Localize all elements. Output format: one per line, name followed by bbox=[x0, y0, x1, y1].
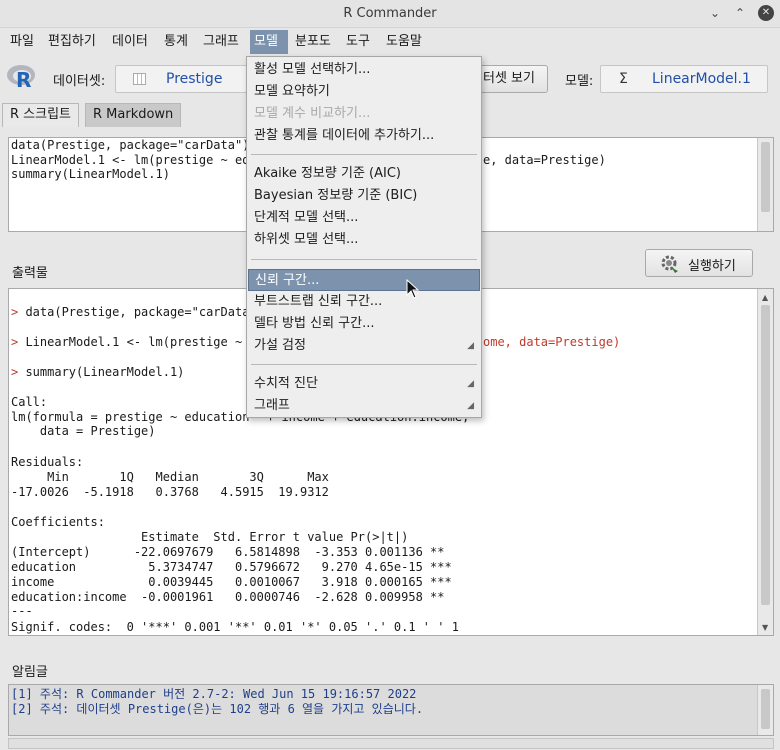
models-dropdown-menu: 활성 모델 선택하기... 모델 요약하기 모델 계수 비교하기... 관찰 통… bbox=[246, 56, 482, 418]
menu-data[interactable]: 데이터 bbox=[108, 30, 152, 54]
menu-item-graphs[interactable]: 그래프 ◢ bbox=[248, 395, 480, 417]
menu-separator bbox=[251, 259, 477, 260]
menu-item-summarize-model[interactable]: 모델 요약하기 bbox=[248, 81, 480, 103]
output-cmd-1-text: data(Prestige, package="carData" bbox=[25, 305, 257, 319]
output-cmd-2-text: LinearModel.1 <- lm(prestige ~ e bbox=[25, 335, 257, 349]
close-icon[interactable]: ✕ bbox=[758, 5, 774, 21]
view-dataset-label: 터셋 보기 bbox=[483, 71, 535, 86]
model-value: LinearModel.1 bbox=[652, 71, 751, 87]
numerical-diagnostics-label: 수치적 진단 bbox=[254, 376, 318, 391]
residuals-label: Residuals: bbox=[11, 455, 84, 469]
menu-separator bbox=[251, 364, 477, 365]
submenu-arrow-icon: ◢ bbox=[467, 379, 474, 389]
script-line-1: data(Prestige, package="carData") bbox=[11, 138, 250, 152]
menu-help[interactable]: 도움말 bbox=[382, 30, 426, 54]
r-logo-icon: R bbox=[5, 62, 37, 92]
menu-item-subset-selection[interactable]: 하위셋 모델 선택... bbox=[248, 229, 480, 251]
hypothesis-tests-label: 가설 검정 bbox=[254, 338, 306, 353]
coef-row-interaction: education:income -0.0001961 0.0000746 -2… bbox=[11, 590, 445, 604]
menu-item-compare-coefficients[interactable]: 모델 계수 비교하기... bbox=[248, 103, 480, 125]
signif-codes: Signif. codes: 0 '***' 0.001 '**' 0.01 '… bbox=[11, 620, 459, 634]
coef-row-education: education 5.3734747 0.5796672 9.270 4.65… bbox=[11, 560, 452, 574]
scroll-down-icon[interactable]: ▼ bbox=[762, 623, 768, 632]
call-line-2: data = Prestige) bbox=[11, 424, 156, 438]
menu-file[interactable]: 파일 bbox=[6, 30, 38, 54]
graphs-label: 그래프 bbox=[254, 398, 290, 413]
gear-icon bbox=[660, 254, 680, 274]
menu-separator bbox=[251, 154, 477, 155]
messages-label: 알림글 bbox=[12, 665, 48, 680]
messages-hscrollbar[interactable] bbox=[8, 738, 774, 749]
model-selector[interactable]: Σ LinearModel.1 bbox=[600, 65, 768, 93]
output-scroll-thumb[interactable] bbox=[761, 305, 770, 605]
script-scroll-thumb[interactable] bbox=[761, 142, 770, 212]
menu-graphs[interactable]: 그래프 bbox=[199, 30, 243, 54]
script-line-2-tail: e, data=Prestige) bbox=[483, 152, 606, 167]
menu-item-delta-method-ci[interactable]: 델타 방법 신뢰 구간... bbox=[248, 313, 480, 335]
menu-edit[interactable]: 편집하기 bbox=[44, 30, 100, 54]
minimize-icon[interactable]: ⌄ bbox=[708, 6, 722, 20]
menu-item-confidence-intervals[interactable]: 신뢰 구간... bbox=[248, 269, 480, 291]
run-button-label: 실행하기 bbox=[688, 259, 736, 274]
dataset-label: 데이터셋: bbox=[53, 74, 106, 89]
messages-scroll-thumb[interactable] bbox=[761, 689, 770, 729]
sigma-icon: Σ bbox=[619, 71, 628, 87]
menu-item-select-active-model[interactable]: 활성 모델 선택하기... bbox=[248, 59, 480, 81]
output-scrollbar[interactable]: ▲ ▼ bbox=[757, 289, 773, 635]
menu-item-hypothesis-tests[interactable]: 가설 검정 ◢ bbox=[248, 335, 480, 357]
tab-r-script[interactable]: R 스크립트 bbox=[2, 103, 80, 127]
menu-distributions[interactable]: 분포도 bbox=[291, 30, 335, 54]
menu-item-aic[interactable]: Akaike 정보량 기준 (AIC) bbox=[248, 163, 480, 185]
dataset-value: Prestige bbox=[166, 71, 223, 87]
output-cmd-2-tail: ome, data=Prestige) bbox=[483, 335, 621, 349]
menu-item-bic[interactable]: Bayesian 정보량 기준 (BIC) bbox=[248, 185, 480, 207]
output-cmd-2: > LinearModel.1 <- lm(prestige ~ e bbox=[11, 335, 257, 350]
script-line-3: summary(LinearModel.1) bbox=[11, 167, 170, 181]
tab-r-markdown[interactable]: R Markdown bbox=[85, 103, 182, 127]
dataset-selector[interactable]: Prestige bbox=[115, 65, 247, 93]
call-label: Call: bbox=[11, 395, 48, 409]
submenu-arrow-icon: ◢ bbox=[467, 341, 474, 351]
coefficients-label: Coefficients: bbox=[11, 515, 105, 529]
model-label: 모델: bbox=[565, 74, 594, 89]
output-cmd-3-text: summary(LinearModel.1) bbox=[25, 365, 185, 379]
script-line-2: LinearModel.1 <- lm(prestige ~ edu bbox=[11, 152, 257, 167]
menu-item-numerical-diagnostics[interactable]: 수치적 진단 ◢ bbox=[248, 373, 480, 395]
coef-row-income: income 0.0039445 0.0010067 3.918 0.00016… bbox=[11, 575, 452, 589]
menu-item-add-observation-stats[interactable]: 관찰 통계를 데이터에 추가하기... bbox=[248, 125, 480, 147]
output-cmd-1: > data(Prestige, package="carData" bbox=[11, 305, 257, 320]
table-icon bbox=[133, 73, 146, 85]
window-title: R Commander bbox=[343, 6, 437, 21]
residuals-header: Min 1Q Median 3Q Max bbox=[11, 470, 329, 484]
call-line-1: lm(formula = prestige ~ education bbox=[11, 409, 250, 424]
residuals-values: -17.0026 -5.1918 0.3768 4.5915 19.9312 bbox=[11, 485, 329, 499]
output-label: 출력물 bbox=[12, 266, 48, 281]
menu-item-bootstrap-ci[interactable]: 부트스트랩 신뢰 구간... bbox=[248, 291, 480, 313]
separator-dashes: --- bbox=[11, 604, 33, 618]
prompt-symbol: > bbox=[11, 335, 26, 349]
messages-panel[interactable]: [1] 주석: R Commander 버전 2.7-2: Wed Jun 15… bbox=[8, 684, 774, 736]
messages-scrollbar[interactable] bbox=[757, 685, 773, 735]
maximize-icon[interactable]: ⌃ bbox=[733, 6, 747, 20]
svg-text:R: R bbox=[16, 68, 31, 92]
submenu-arrow-icon: ◢ bbox=[467, 401, 474, 411]
message-line-1: [1] 주석: R Commander 버전 2.7-2: Wed Jun 15… bbox=[11, 687, 417, 701]
run-button[interactable]: 실행하기 bbox=[645, 249, 753, 277]
output-cmd-3: > summary(LinearModel.1) bbox=[11, 365, 184, 380]
message-line-2: [2] 주석: 데이터셋 Prestige(은)는 102 행과 6 열을 가지… bbox=[11, 702, 424, 716]
prompt-symbol: > bbox=[11, 365, 26, 379]
coefficients-header: Estimate Std. Error t value Pr(>|t|) bbox=[11, 530, 409, 544]
script-scrollbar[interactable] bbox=[757, 138, 773, 231]
menu-tools[interactable]: 도구 bbox=[342, 30, 374, 54]
menu-item-stepwise-selection[interactable]: 단계적 모델 선택... bbox=[248, 207, 480, 229]
menu-models[interactable]: 모델 bbox=[250, 30, 288, 54]
mouse-cursor-icon bbox=[406, 278, 420, 299]
menu-statistics[interactable]: 통계 bbox=[160, 30, 192, 54]
coef-row-intercept: (Intercept) -22.0697679 6.5814898 -3.353… bbox=[11, 545, 445, 559]
prompt-symbol: > bbox=[11, 305, 26, 319]
scroll-up-icon[interactable]: ▲ bbox=[762, 293, 768, 302]
